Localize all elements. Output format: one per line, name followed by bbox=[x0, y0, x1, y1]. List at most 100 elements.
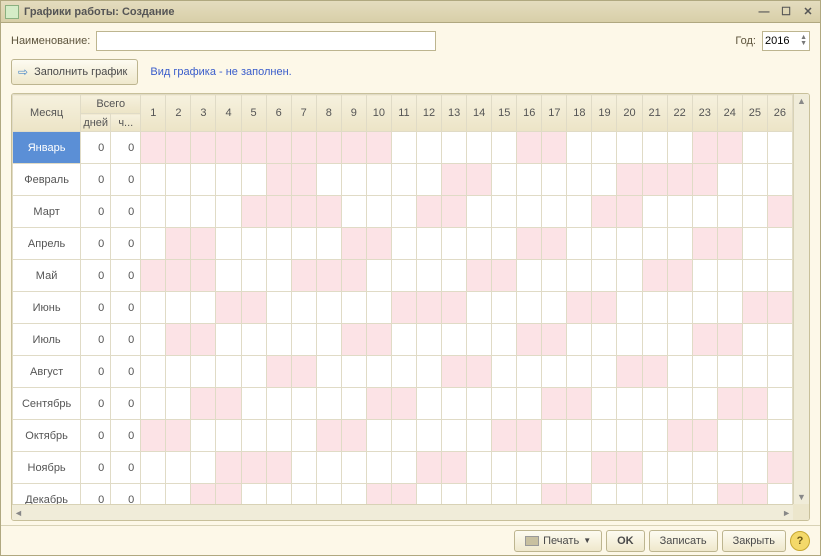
day-cell[interactable] bbox=[416, 260, 441, 292]
day-cell[interactable] bbox=[366, 388, 391, 420]
day-cell[interactable] bbox=[166, 196, 191, 228]
day-cell[interactable] bbox=[366, 452, 391, 484]
hours-cell[interactable]: 0 bbox=[111, 260, 141, 292]
day-cell[interactable] bbox=[166, 228, 191, 260]
day-cell[interactable] bbox=[467, 164, 492, 196]
day-cell[interactable] bbox=[767, 484, 792, 505]
day-cell[interactable] bbox=[216, 260, 241, 292]
day-cell[interactable] bbox=[617, 356, 642, 388]
day-cell[interactable] bbox=[166, 324, 191, 356]
day-cell[interactable] bbox=[567, 420, 592, 452]
day-cell[interactable] bbox=[216, 388, 241, 420]
day-cell[interactable] bbox=[141, 388, 166, 420]
day-cell[interactable] bbox=[592, 324, 617, 356]
day-cell[interactable] bbox=[416, 356, 441, 388]
col-day-22[interactable]: 22 bbox=[667, 95, 692, 132]
table-row[interactable]: Июль00 bbox=[13, 324, 793, 356]
col-day-7[interactable]: 7 bbox=[291, 95, 316, 132]
day-cell[interactable] bbox=[442, 388, 467, 420]
day-cell[interactable] bbox=[517, 452, 542, 484]
day-cell[interactable] bbox=[141, 196, 166, 228]
day-cell[interactable] bbox=[717, 484, 742, 505]
day-cell[interactable] bbox=[442, 132, 467, 164]
day-cell[interactable] bbox=[442, 420, 467, 452]
days-cell[interactable]: 0 bbox=[81, 260, 111, 292]
day-cell[interactable] bbox=[442, 356, 467, 388]
col-days[interactable]: дней bbox=[81, 114, 111, 132]
month-cell[interactable]: Ноябрь bbox=[13, 452, 81, 484]
days-cell[interactable]: 0 bbox=[81, 388, 111, 420]
day-cell[interactable] bbox=[241, 420, 266, 452]
day-cell[interactable] bbox=[316, 292, 341, 324]
col-day-10[interactable]: 10 bbox=[366, 95, 391, 132]
day-cell[interactable] bbox=[717, 452, 742, 484]
hours-cell[interactable]: 0 bbox=[111, 132, 141, 164]
day-cell[interactable] bbox=[442, 292, 467, 324]
day-cell[interactable] bbox=[341, 228, 366, 260]
day-cell[interactable] bbox=[567, 260, 592, 292]
days-cell[interactable]: 0 bbox=[81, 356, 111, 388]
day-cell[interactable] bbox=[717, 292, 742, 324]
day-cell[interactable] bbox=[266, 164, 291, 196]
day-cell[interactable] bbox=[592, 452, 617, 484]
hours-cell[interactable]: 0 bbox=[111, 388, 141, 420]
day-cell[interactable] bbox=[592, 388, 617, 420]
day-cell[interactable] bbox=[467, 132, 492, 164]
day-cell[interactable] bbox=[742, 420, 767, 452]
day-cell[interactable] bbox=[592, 260, 617, 292]
col-day-18[interactable]: 18 bbox=[567, 95, 592, 132]
day-cell[interactable] bbox=[141, 324, 166, 356]
day-cell[interactable] bbox=[692, 292, 717, 324]
horizontal-scrollbar[interactable]: ◄ ► bbox=[12, 504, 793, 520]
day-cell[interactable] bbox=[366, 228, 391, 260]
day-cell[interactable] bbox=[166, 388, 191, 420]
day-cell[interactable] bbox=[492, 356, 517, 388]
day-cell[interactable] bbox=[141, 452, 166, 484]
day-cell[interactable] bbox=[141, 132, 166, 164]
hours-cell[interactable]: 0 bbox=[111, 228, 141, 260]
day-cell[interactable] bbox=[366, 356, 391, 388]
day-cell[interactable] bbox=[391, 196, 416, 228]
day-cell[interactable] bbox=[166, 356, 191, 388]
days-cell[interactable]: 0 bbox=[81, 324, 111, 356]
day-cell[interactable] bbox=[592, 292, 617, 324]
day-cell[interactable] bbox=[416, 484, 441, 505]
day-cell[interactable] bbox=[592, 132, 617, 164]
day-cell[interactable] bbox=[316, 164, 341, 196]
day-cell[interactable] bbox=[467, 388, 492, 420]
day-cell[interactable] bbox=[767, 164, 792, 196]
day-cell[interactable] bbox=[717, 420, 742, 452]
day-cell[interactable] bbox=[467, 356, 492, 388]
day-cell[interactable] bbox=[216, 484, 241, 505]
day-cell[interactable] bbox=[517, 196, 542, 228]
day-cell[interactable] bbox=[467, 292, 492, 324]
col-day-9[interactable]: 9 bbox=[341, 95, 366, 132]
days-cell[interactable]: 0 bbox=[81, 292, 111, 324]
day-cell[interactable] bbox=[517, 292, 542, 324]
month-cell[interactable]: Октябрь bbox=[13, 420, 81, 452]
day-cell[interactable] bbox=[467, 484, 492, 505]
scroll-up-icon[interactable]: ▲ bbox=[795, 94, 808, 108]
col-day-12[interactable]: 12 bbox=[416, 95, 441, 132]
day-cell[interactable] bbox=[341, 420, 366, 452]
day-cell[interactable] bbox=[642, 260, 667, 292]
day-cell[interactable] bbox=[391, 260, 416, 292]
day-cell[interactable] bbox=[391, 388, 416, 420]
day-cell[interactable] bbox=[166, 420, 191, 452]
month-cell[interactable]: Февраль bbox=[13, 164, 81, 196]
day-cell[interactable] bbox=[492, 292, 517, 324]
day-cell[interactable] bbox=[442, 196, 467, 228]
day-cell[interactable] bbox=[191, 356, 216, 388]
hours-cell[interactable]: 0 bbox=[111, 356, 141, 388]
day-cell[interactable] bbox=[416, 228, 441, 260]
day-cell[interactable] bbox=[216, 164, 241, 196]
day-cell[interactable] bbox=[416, 292, 441, 324]
year-spinner[interactable]: ▲▼ bbox=[800, 35, 807, 47]
day-cell[interactable] bbox=[416, 164, 441, 196]
day-cell[interactable] bbox=[617, 132, 642, 164]
day-cell[interactable] bbox=[266, 196, 291, 228]
day-cell[interactable] bbox=[542, 228, 567, 260]
day-cell[interactable] bbox=[492, 420, 517, 452]
day-cell[interactable] bbox=[667, 388, 692, 420]
day-cell[interactable] bbox=[567, 324, 592, 356]
